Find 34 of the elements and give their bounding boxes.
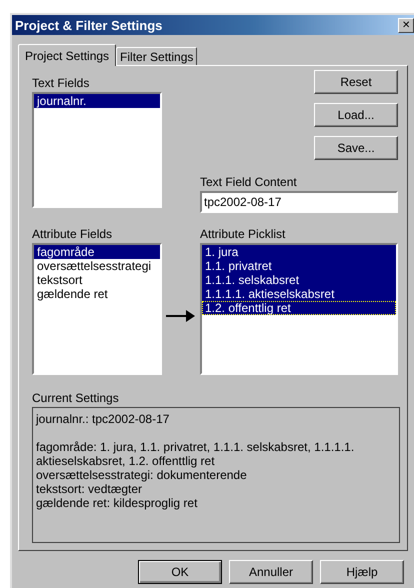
dialog-button[interactable]: Hjælp: [320, 560, 404, 584]
action-button[interactable]: Load...: [314, 103, 398, 127]
settings-line: tekstsort: vedtægter: [36, 482, 144, 496]
list-item[interactable]: 1.1.1.1. aktieselskabsret: [202, 287, 396, 301]
settings-line: oversættelsesstrategi: dokumenterende: [36, 468, 248, 482]
list-item[interactable]: 1.1. privatret: [202, 259, 396, 273]
arrow-icon: [166, 309, 196, 323]
list-box[interactable]: 1. jura 1.1. privatret 1.1.1. selskabsret 1.1.1.1. aktieselskabsret 1.2. offenttlig ret: [200, 243, 398, 375]
section-label: Current Settings: [32, 391, 120, 405]
list-item[interactable]: fagområde: [34, 245, 160, 259]
list-item[interactable]: tekstsort: [34, 273, 160, 287]
tab[interactable]: Project Settings: [18, 44, 116, 66]
dialog-button[interactable]: OK: [138, 560, 222, 584]
list-item[interactable]: 1.2. offenttlig ret: [202, 301, 396, 315]
list-item[interactable]: journalnr.: [34, 94, 160, 108]
list-item[interactable]: gældende ret: [34, 287, 160, 301]
field-label: Text Field Content: [200, 175, 298, 189]
action-button[interactable]: Reset: [314, 70, 398, 94]
tab[interactable]: Filter Settings: [116, 47, 198, 65]
action-button[interactable]: Save...: [314, 136, 398, 160]
input-field[interactable]: tpc2002-08-17: [200, 191, 398, 213]
list-item[interactable]: 1.1.1. selskabsret: [202, 273, 396, 287]
dialog-button[interactable]: Annuller: [229, 560, 313, 584]
field-label: Text Fields: [32, 76, 90, 90]
list-box[interactable]: fagområde oversættelsesstrategi tekstsort gældende ret: [32, 243, 162, 375]
list-item[interactable]: oversættelsesstrategi: [34, 259, 160, 273]
settings-line: gældende ret: kildesproglig ret: [36, 496, 198, 510]
field-label: Attribute Fields: [32, 227, 114, 241]
close-button[interactable]: ✕: [398, 18, 414, 32]
settings-line: journalnr.: tpc2002-08-17: [36, 412, 170, 426]
list-item[interactable]: 1. jura: [202, 245, 396, 259]
window-title: Project & Filter Settings: [15, 18, 162, 32]
field-label: Attribute Picklist: [200, 227, 286, 241]
list-box[interactable]: journalnr.: [32, 92, 162, 208]
